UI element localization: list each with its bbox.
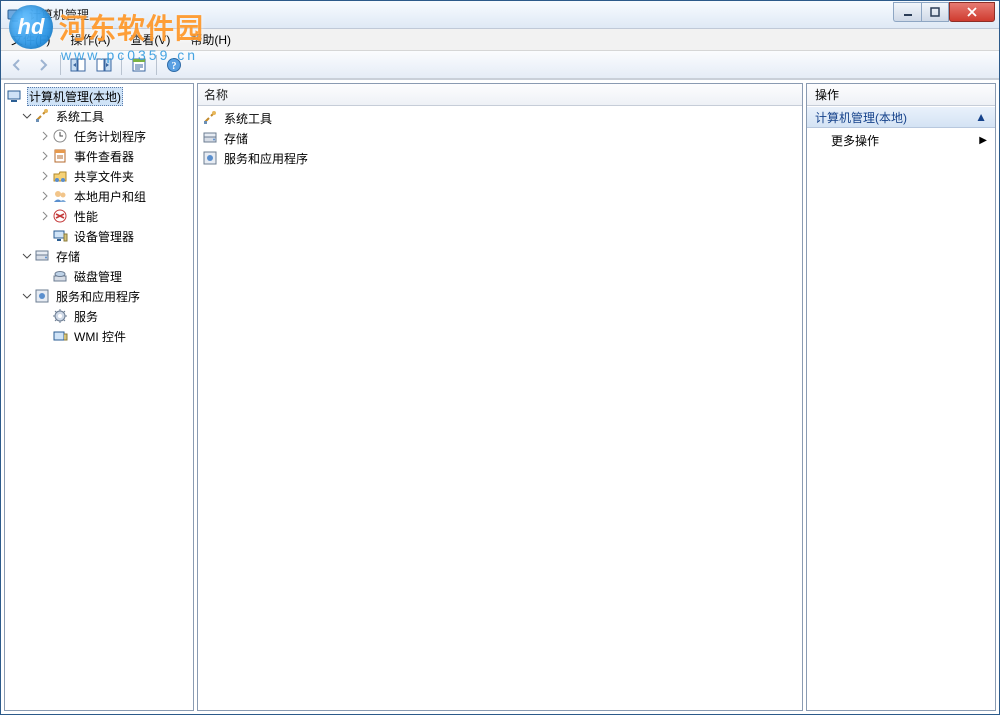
tree-group-storage[interactable]: 存储 bbox=[5, 246, 193, 266]
chevron-right-icon: ▶ bbox=[979, 135, 987, 146]
device-icon bbox=[52, 228, 68, 244]
menu-view[interactable]: 查看(V) bbox=[120, 30, 180, 50]
expand-spacer bbox=[39, 230, 51, 242]
tree-item-task-scheduler[interactable]: 任务计划程序 bbox=[5, 126, 193, 146]
expand-spacer bbox=[39, 330, 51, 342]
wmi-icon bbox=[52, 328, 68, 344]
list-item[interactable]: 服务和应用程序 bbox=[202, 148, 798, 168]
column-header-name[interactable]: 名称 bbox=[198, 84, 802, 106]
tree-pane: 计算机管理(本地) 系统工具 任务计划程序 事件查看器 bbox=[4, 83, 194, 711]
tree-label: 服务 bbox=[72, 308, 100, 325]
services-app-icon bbox=[34, 288, 50, 304]
computer-icon bbox=[7, 88, 23, 104]
services-app-icon bbox=[202, 150, 218, 166]
menu-action[interactable]: 操作(A) bbox=[60, 30, 120, 50]
users-icon bbox=[52, 188, 68, 204]
actions-section-label: 计算机管理(本地) bbox=[815, 109, 907, 126]
forward-button[interactable] bbox=[31, 53, 55, 77]
help-button[interactable]: ? bbox=[162, 53, 186, 77]
list-item-label: 存储 bbox=[224, 130, 248, 147]
list-pane: 名称 系统工具 存储 服务和应用程序 bbox=[197, 83, 803, 711]
titlebar[interactable]: 计算机管理 bbox=[1, 1, 999, 29]
tree-label: 任务计划程序 bbox=[72, 128, 148, 145]
tree-item-shared-folders[interactable]: 共享文件夹 bbox=[5, 166, 193, 186]
tree-group-system-tools[interactable]: 系统工具 bbox=[5, 106, 193, 126]
tree-label: 本地用户和组 bbox=[72, 188, 148, 205]
tree-item-local-users[interactable]: 本地用户和组 bbox=[5, 186, 193, 206]
list-item[interactable]: 存储 bbox=[202, 128, 798, 148]
maximize-button[interactable] bbox=[921, 2, 949, 22]
actions-pane: 操作 计算机管理(本地) ▲ 更多操作 ▶ bbox=[806, 83, 996, 711]
expand-spacer bbox=[39, 270, 51, 282]
menu-file[interactable]: 文件(F) bbox=[1, 30, 60, 50]
collapse-icon[interactable] bbox=[21, 250, 33, 262]
svg-text:?: ? bbox=[172, 61, 177, 72]
collapse-up-icon[interactable]: ▲ bbox=[975, 110, 987, 124]
disk-icon bbox=[52, 268, 68, 284]
window: hd 河东软件园 www.pc0359.cn 计算机管理 文件(F) 操作(A)… bbox=[0, 0, 1000, 715]
tree-item-services[interactable]: 服务 bbox=[5, 306, 193, 326]
actions-section-title[interactable]: 计算机管理(本地) ▲ bbox=[807, 106, 995, 128]
collapse-icon[interactable] bbox=[21, 110, 33, 122]
back-button[interactable] bbox=[5, 53, 29, 77]
expand-spacer bbox=[39, 310, 51, 322]
actions-more-label: 更多操作 bbox=[831, 132, 879, 149]
expand-icon[interactable] bbox=[39, 190, 51, 202]
app-icon bbox=[7, 7, 23, 23]
toolbar: ? bbox=[1, 51, 999, 79]
tree[interactable]: 计算机管理(本地) 系统工具 任务计划程序 事件查看器 bbox=[5, 84, 193, 710]
perf-icon bbox=[52, 208, 68, 224]
clock-icon bbox=[52, 128, 68, 144]
storage-icon bbox=[34, 248, 50, 264]
collapse-icon[interactable] bbox=[21, 290, 33, 302]
tree-item-device-manager[interactable]: 设备管理器 bbox=[5, 226, 193, 246]
expand-icon[interactable] bbox=[39, 130, 51, 142]
menubar: 文件(F) 操作(A) 查看(V) 帮助(H) bbox=[1, 29, 999, 51]
share-icon bbox=[52, 168, 68, 184]
tree-label: 服务和应用程序 bbox=[54, 288, 142, 305]
tree-group-services-apps[interactable]: 服务和应用程序 bbox=[5, 286, 193, 306]
tree-label: 事件查看器 bbox=[72, 148, 136, 165]
list-item-label: 服务和应用程序 bbox=[224, 150, 308, 167]
tree-item-event-viewer[interactable]: 事件查看器 bbox=[5, 146, 193, 166]
list-item[interactable]: 系统工具 bbox=[202, 108, 798, 128]
toolbar-separator bbox=[121, 55, 122, 75]
tree-root-label: 计算机管理(本地) bbox=[27, 87, 123, 106]
tree-label: 存储 bbox=[54, 248, 82, 265]
tree-item-wmi[interactable]: WMI 控件 bbox=[5, 326, 193, 346]
toolbar-separator bbox=[60, 55, 61, 75]
tools-icon bbox=[34, 108, 50, 124]
show-hide-action-button[interactable] bbox=[92, 53, 116, 77]
tree-label: WMI 控件 bbox=[72, 328, 128, 345]
actions-header: 操作 bbox=[807, 84, 995, 106]
window-title: 计算机管理 bbox=[29, 6, 89, 23]
tree-root[interactable]: 计算机管理(本地) bbox=[5, 86, 193, 106]
properties-button[interactable] bbox=[127, 53, 151, 77]
expand-icon[interactable] bbox=[39, 170, 51, 182]
tree-label: 共享文件夹 bbox=[72, 168, 136, 185]
list-item-label: 系统工具 bbox=[224, 110, 272, 127]
event-icon bbox=[52, 148, 68, 164]
tree-item-performance[interactable]: 性能 bbox=[5, 206, 193, 226]
expand-icon[interactable] bbox=[39, 210, 51, 222]
minimize-button[interactable] bbox=[893, 2, 921, 22]
gear-icon bbox=[52, 308, 68, 324]
close-button[interactable] bbox=[949, 2, 995, 22]
actions-more[interactable]: 更多操作 ▶ bbox=[807, 128, 995, 153]
tree-label: 设备管理器 bbox=[72, 228, 136, 245]
body: 计算机管理(本地) 系统工具 任务计划程序 事件查看器 bbox=[1, 79, 999, 714]
tools-icon bbox=[202, 110, 218, 126]
tree-label: 系统工具 bbox=[54, 108, 106, 125]
toolbar-separator bbox=[156, 55, 157, 75]
tree-item-disk-management[interactable]: 磁盘管理 bbox=[5, 266, 193, 286]
list[interactable]: 系统工具 存储 服务和应用程序 bbox=[198, 106, 802, 170]
menu-help[interactable]: 帮助(H) bbox=[180, 30, 241, 50]
show-hide-tree-button[interactable] bbox=[66, 53, 90, 77]
tree-label: 性能 bbox=[72, 208, 100, 225]
storage-icon bbox=[202, 130, 218, 146]
tree-label: 磁盘管理 bbox=[72, 268, 124, 285]
expand-icon[interactable] bbox=[39, 150, 51, 162]
